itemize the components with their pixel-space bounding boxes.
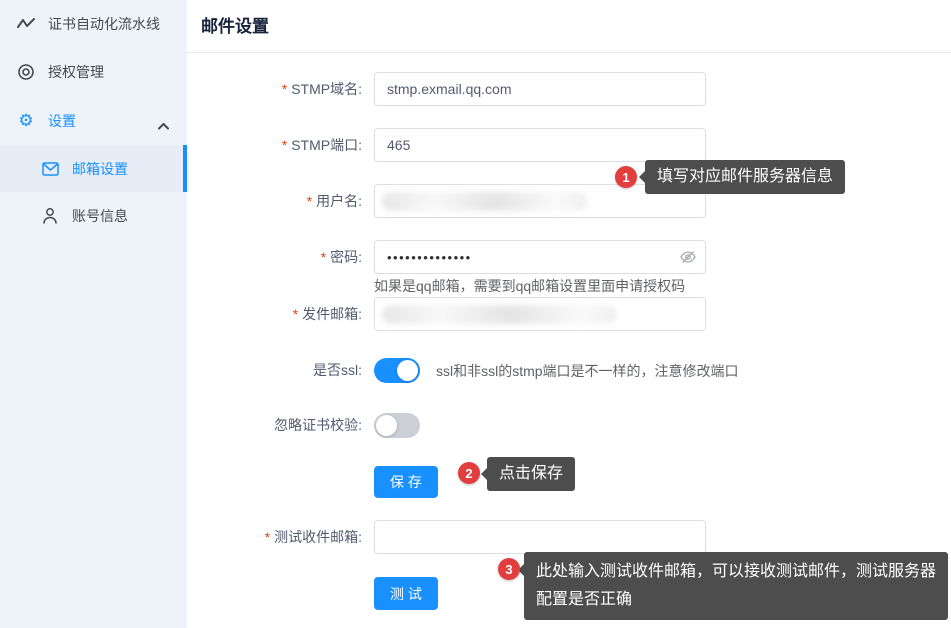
sidebar-item-auth-management[interactable]: 授权管理 — [0, 48, 187, 96]
sidebar-item-label: 账号信息 — [72, 206, 128, 226]
required-asterisk: * — [293, 306, 298, 322]
test-button[interactable]: 测 试 — [374, 577, 438, 610]
field-row-smtp-domain: *STMP域名: — [187, 72, 951, 106]
required-asterisk: * — [265, 529, 270, 545]
annotation-badge-2: 2 — [458, 462, 480, 484]
switch-knob — [397, 360, 418, 381]
annotation-tooltip-1: 填写对应邮件服务器信息 — [645, 160, 845, 194]
redacted-value-blur — [382, 305, 617, 324]
target-icon — [17, 63, 35, 81]
sidebar-item-label: 邮箱设置 — [72, 159, 128, 179]
password-input[interactable] — [374, 240, 706, 274]
annotation-tooltip-3: 此处输入测试收件邮箱，可以接收测试邮件，测试服务器配置是否正确 — [524, 552, 948, 620]
user-icon — [41, 207, 59, 225]
field-label: *用户名: — [187, 184, 374, 218]
field-row-test-recipient: *测试收件邮箱: — [187, 520, 951, 554]
test-recipient-input[interactable] — [374, 520, 706, 554]
chevron-up-icon — [158, 117, 169, 133]
field-label: *STMP端口: — [187, 128, 374, 162]
ignore-cert-switch[interactable] — [374, 413, 420, 438]
field-label: *测试收件邮箱: — [187, 520, 374, 554]
ssl-helper-text: ssl和非ssl的stmp端口是不一样的，注意修改端口 — [436, 361, 739, 381]
sidebar-item-label: 设置 — [48, 111, 76, 131]
required-asterisk: * — [282, 81, 287, 97]
smtp-domain-input[interactable] — [374, 72, 706, 106]
switch-knob — [376, 415, 397, 436]
annotation-badge-3: 3 — [498, 558, 520, 580]
field-row-ignore-cert: 忽略证书校验: — [187, 413, 951, 438]
field-label: *发件邮箱: — [187, 297, 374, 331]
smtp-port-input[interactable] — [374, 128, 706, 162]
field-label: *STMP域名: — [187, 72, 374, 106]
required-asterisk: * — [282, 137, 287, 153]
redacted-value-blur — [382, 192, 587, 211]
required-asterisk: * — [307, 193, 312, 209]
field-label: 是否ssl: — [187, 358, 374, 383]
sidebar: 证书自动化流水线 授权管理 ⚙ 设置 邮箱设置 账号信 — [0, 0, 187, 628]
ssl-switch[interactable] — [374, 358, 420, 383]
eye-off-icon[interactable] — [679, 248, 697, 266]
email-settings-page: 证书自动化流水线 授权管理 ⚙ 设置 邮箱设置 账号信 — [0, 0, 951, 628]
sidebar-item-account-info[interactable]: 账号信息 — [0, 192, 187, 239]
field-row-password: *密码: — [187, 240, 951, 274]
password-helper-text: 如果是qq邮箱，需要到qq邮箱设置里面申请授权码 — [374, 276, 685, 296]
sidebar-item-label: 授权管理 — [48, 62, 104, 82]
mail-icon — [41, 160, 59, 178]
sidebar-item-mailbox-settings[interactable]: 邮箱设置 — [0, 145, 187, 192]
field-row-sender-email: *发件邮箱: — [187, 297, 951, 331]
gear-icon: ⚙ — [17, 112, 35, 130]
sidebar-item-label: 证书自动化流水线 — [48, 14, 160, 34]
field-label: *密码: — [187, 240, 374, 274]
annotation-tooltip-2: 点击保存 — [487, 457, 575, 491]
sidebar-item-cert-pipeline[interactable]: 证书自动化流水线 — [0, 0, 187, 48]
trend-line-icon — [17, 15, 35, 33]
page-title: 邮件设置 — [201, 0, 269, 53]
field-label: 忽略证书校验: — [187, 413, 374, 438]
required-asterisk: * — [321, 249, 326, 265]
save-button[interactable]: 保 存 — [374, 466, 438, 498]
sidebar-item-settings[interactable]: ⚙ 设置 — [0, 96, 187, 145]
content-header: 邮件设置 — [187, 0, 951, 53]
field-row-smtp-port: *STMP端口: — [187, 128, 951, 162]
annotation-badge-1: 1 — [615, 166, 637, 188]
